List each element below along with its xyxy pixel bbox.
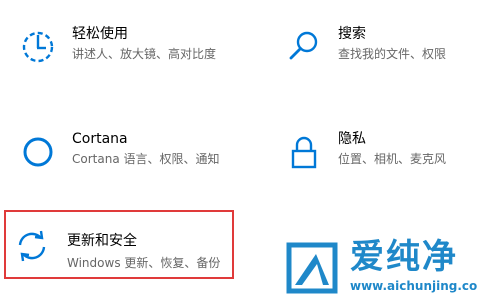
ease-of-access-icon (20, 29, 56, 65)
watermark-title: 爱纯净 (350, 237, 458, 277)
refresh-icon (14, 228, 50, 264)
tile-subtitle: Cortana 语言、权限、通知 (72, 152, 220, 166)
lock-icon (286, 134, 322, 170)
tile-title: 搜索 (338, 26, 366, 42)
tile-subtitle: Windows 更新、恢复、备份 (67, 256, 221, 270)
cortana-icon (20, 134, 56, 170)
watermark-logo-icon (286, 242, 338, 294)
tile-title: 更新和安全 (67, 233, 137, 249)
watermark: 爱纯净 www.aichunjing.com (286, 237, 477, 299)
tile-subtitle: 查找我的文件、权限 (338, 47, 447, 61)
settings-tile-search[interactable]: 搜索 查找我的文件、权限 (272, 13, 472, 77)
settings-tile-ease-of-access[interactable]: 轻松使用 讲述人、放大镜、高对比度 (6, 13, 236, 77)
search-icon (286, 29, 322, 65)
settings-tile-cortana[interactable]: Cortana Cortana 语言、权限、通知 (6, 118, 236, 182)
tile-title: 隐私 (338, 131, 366, 147)
watermark-url: www.aichunjing.com (350, 279, 477, 293)
tile-title: Cortana (72, 131, 128, 147)
settings-tile-update-security[interactable]: 更新和安全 Windows 更新、恢复、备份 (4, 210, 234, 279)
tile-title: 轻松使用 (72, 26, 128, 42)
settings-tile-privacy[interactable]: 隐私 位置、相机、麦克风 (272, 118, 472, 182)
tile-subtitle: 讲述人、放大镜、高对比度 (72, 47, 217, 61)
tile-subtitle: 位置、相机、麦克风 (338, 152, 447, 166)
